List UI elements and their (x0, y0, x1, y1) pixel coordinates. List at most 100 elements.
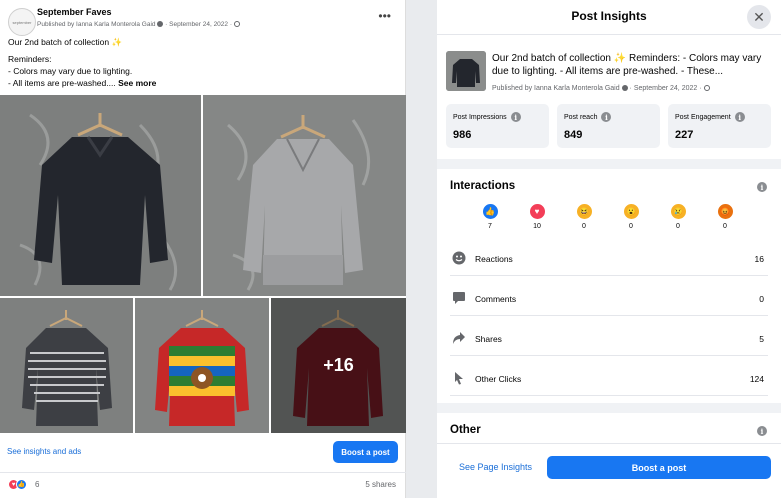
metric-label: Post Impressions (453, 113, 507, 121)
stat-label: Reactions (475, 254, 513, 264)
stat-label: Other Clicks (475, 374, 522, 384)
publisher-text: Published by Ianna Karla Monterola Gaid (492, 85, 620, 92)
insights-header: Post Insights ✕ (437, 0, 781, 35)
info-icon (621, 85, 628, 92)
love-icon: ♥ (529, 204, 545, 219)
stat-label: Comments (475, 294, 517, 304)
insights-footer: See Page Insights Boost a post (437, 443, 781, 498)
info-icon[interactable]: i (601, 112, 612, 122)
post-insights-panel: Post Insights ✕ Our 2nd batch of collect… (437, 0, 781, 498)
metric-value: 986 (453, 129, 472, 141)
stat-label: Shares (475, 334, 502, 344)
photo-striped-top[interactable] (0, 298, 133, 433)
reaction-count: 0 (629, 223, 633, 230)
reaction-like: 👍 7 (482, 204, 498, 230)
wow-icon: 😮 (623, 204, 639, 219)
metric-reach: Post reach i 849 (557, 104, 660, 148)
metric-impressions: Post Impressions i 986 (446, 104, 549, 148)
photo-grey-sweater[interactable] (203, 95, 406, 296)
reaction-count: 0 (723, 223, 727, 230)
reaction-sad: 😢 0 (670, 204, 686, 230)
like-icon: 👍 (482, 204, 498, 219)
post-date[interactable]: September 24, 2022 (169, 21, 228, 28)
globe-icon (703, 85, 710, 92)
see-more-link[interactable]: See more (118, 78, 156, 88)
insights-post-text: Our 2nd batch of collection ✨ Reminders:… (492, 53, 762, 77)
post-text-line: Reminders: (8, 54, 52, 64)
post-text-line: - Colors may vary due to lighting. (8, 66, 133, 76)
avatar-text: september (12, 19, 32, 25)
photo-grid: +16 (0, 95, 406, 433)
reaction-count: 10 (533, 223, 541, 230)
stat-value: 16 (754, 254, 764, 264)
insights-post-summary: Our 2nd batch of collection ✨ Reminders:… (446, 51, 776, 97)
share-icon (453, 332, 465, 344)
info-icon[interactable]: i (734, 112, 745, 122)
publisher-text: Published by Ianna Karla Monterola Gaid (37, 21, 156, 28)
post-date: September 24, 2022 (633, 85, 698, 92)
insights-title: Post Insights (571, 9, 647, 23)
stat-value: 5 (759, 334, 764, 344)
other-title: Other (450, 424, 481, 436)
boost-post-button[interactable]: Boost a post (547, 456, 771, 479)
stat-reactions: Reactions 16 (450, 250, 768, 276)
sparkle-icon: ✨ (111, 37, 123, 47)
stat-value: 124 (749, 374, 764, 384)
reaction-haha: 😆 0 (576, 204, 592, 230)
section-divider (437, 403, 781, 413)
stat-comments: Comments 0 (450, 290, 768, 316)
reaction-angry: 😡 0 (717, 204, 733, 230)
post-meta: Published by Ianna Karla Monterola Gaid … (37, 21, 240, 28)
see-page-insights-link[interactable]: See Page Insights (459, 462, 532, 472)
comment-icon (453, 292, 465, 304)
globe-icon (233, 21, 240, 28)
cursor-icon (455, 372, 463, 385)
metric-value: 849 (564, 129, 583, 141)
like-icon: 👍 (16, 479, 27, 490)
reaction-count: 7 (488, 223, 492, 230)
metric-value: 227 (675, 129, 694, 141)
info-icon (157, 21, 164, 28)
metric-label: Post reach (564, 113, 598, 121)
info-icon[interactable]: i (510, 112, 521, 122)
reaction-icons[interactable]: ♥ 👍 (8, 479, 27, 490)
metric-label: Post Engagement (675, 113, 731, 121)
boost-post-button[interactable]: Boost a post (333, 441, 398, 463)
info-icon[interactable]: i (757, 426, 767, 436)
post-text-line: Our 2nd batch of collection (8, 37, 110, 47)
post-thumbnail (446, 51, 486, 91)
photo-black-sweater[interactable] (0, 95, 201, 296)
more-options-icon[interactable]: ••• (378, 9, 391, 23)
stat-other-clicks: Other Clicks 124 (450, 370, 768, 396)
reaction-love: ♥ 10 (529, 204, 545, 230)
photo-maroon-sweater[interactable]: +16 (271, 298, 406, 433)
app-root: september September Faves Published by I… (0, 0, 781, 498)
post-card: september September Faves Published by I… (0, 0, 406, 498)
reaction-count[interactable]: 6 (35, 480, 39, 489)
post-header: september September Faves Published by I… (6, 5, 399, 36)
more-photos-overlay[interactable]: +16 (271, 298, 406, 433)
close-icon[interactable]: ✕ (747, 5, 771, 29)
reaction-count: 0 (582, 223, 586, 230)
photo-christmas-sweater[interactable] (135, 298, 269, 433)
stat-value: 0 (759, 294, 764, 304)
angry-icon: 😡 (717, 204, 733, 219)
smiley-icon (452, 251, 466, 265)
page-name[interactable]: September Faves (37, 7, 112, 17)
reaction-count: 0 (676, 223, 680, 230)
sad-icon: 😢 (670, 204, 686, 219)
interactions-title: Interactions (450, 180, 516, 192)
insights-post-meta: Published by Ianna Karla Monterola Gaid … (492, 85, 710, 92)
section-divider (437, 159, 781, 169)
post-footer: ♥ 👍 6 5 shares (0, 472, 406, 498)
haha-icon: 😆 (576, 204, 592, 219)
post-text: Our 2nd batch of collection ✨ Reminders:… (8, 36, 398, 89)
avatar[interactable]: september (8, 8, 36, 36)
post-text-line: - All items are pre-washed.... (8, 78, 119, 88)
info-icon[interactable]: i (757, 182, 767, 192)
metric-engagement: Post Engagement i 227 (668, 104, 771, 148)
see-insights-link[interactable]: See insights and ads (7, 447, 81, 456)
reaction-wow: 😮 0 (623, 204, 639, 230)
stat-shares: Shares 5 (450, 330, 768, 356)
shares-count[interactable]: 5 shares (365, 480, 396, 489)
